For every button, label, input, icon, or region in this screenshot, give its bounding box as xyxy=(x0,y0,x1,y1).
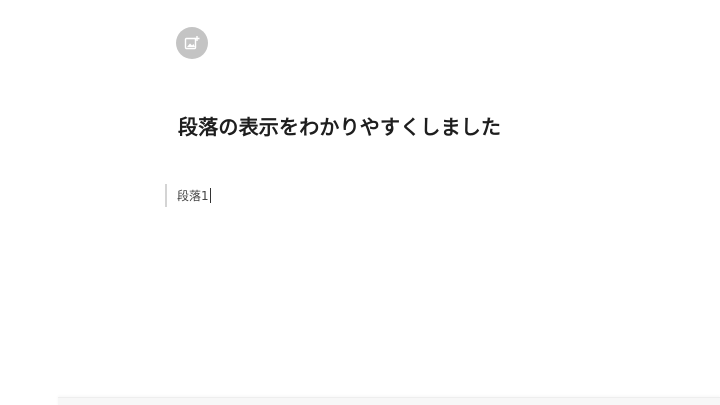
paragraph-text-wrapper[interactable]: 段落1 xyxy=(177,187,211,204)
paragraph-block[interactable]: 段落1 xyxy=(165,184,211,207)
editor-canvas: 段落の表示をわかりやすくしました 段落1 xyxy=(0,0,720,405)
add-image-icon xyxy=(184,36,200,50)
paragraph-text[interactable]: 段落1 xyxy=(177,187,209,204)
block-indicator xyxy=(165,184,167,207)
bottom-panel-edge xyxy=(58,397,720,405)
post-title[interactable]: 段落の表示をわかりやすくしました xyxy=(178,111,501,140)
add-image-button[interactable] xyxy=(176,27,208,59)
text-caret xyxy=(209,188,211,203)
